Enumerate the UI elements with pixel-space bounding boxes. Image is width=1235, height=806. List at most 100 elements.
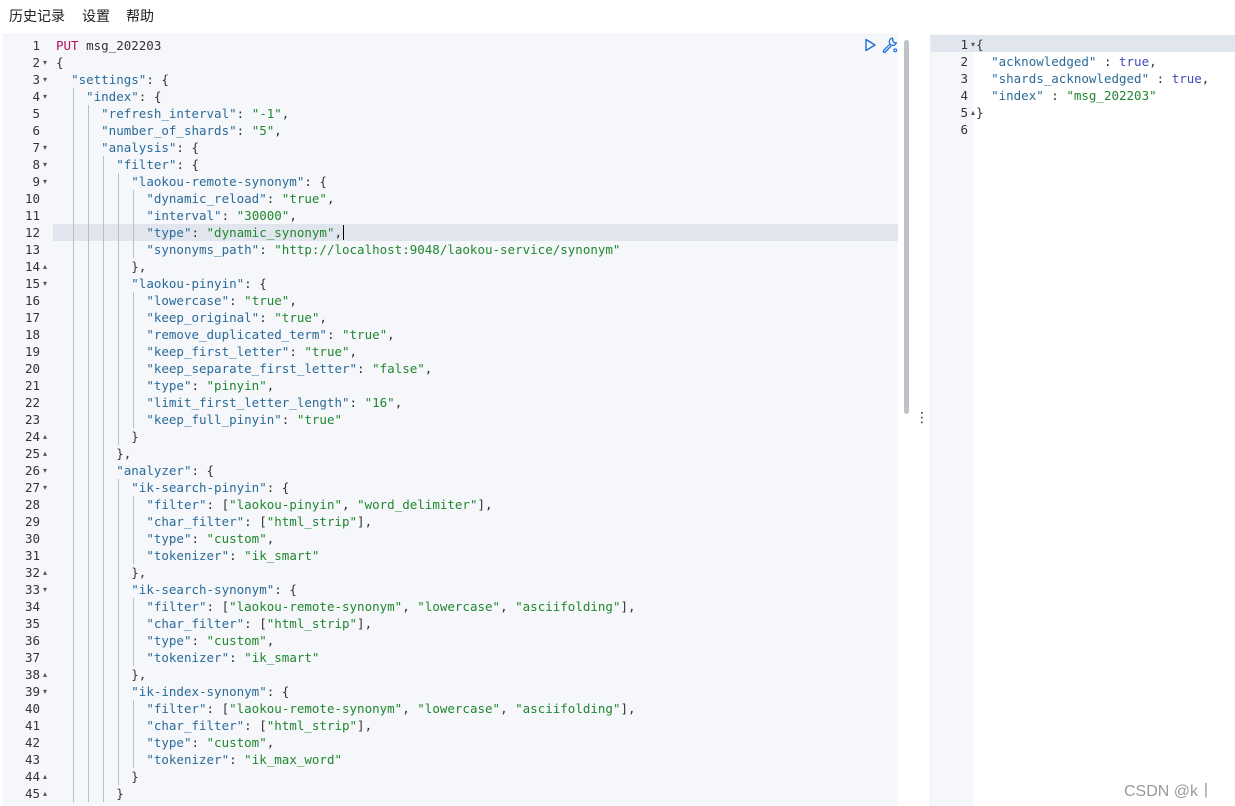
code-token: "ik_smart" xyxy=(244,548,320,563)
line-number: 45 xyxy=(24,786,40,801)
code-token: , xyxy=(289,293,297,308)
fold-open-icon[interactable]: ▾ xyxy=(43,88,47,105)
code-text: "filter": { xyxy=(56,156,199,173)
code-line: 5 ▴} xyxy=(931,104,1235,121)
vertical-dots-icon[interactable]: ⋮ xyxy=(915,408,929,426)
play-icon[interactable] xyxy=(863,38,877,52)
fold-open-icon[interactable]: ▾ xyxy=(43,683,47,700)
fold-open-icon[interactable]: ▾ xyxy=(43,581,47,598)
fold-open-icon[interactable]: ▾ xyxy=(43,139,47,156)
editor-scrollbar-thumb[interactable] xyxy=(904,40,909,414)
code-line: 19 "keep_first_letter": "true", xyxy=(3,343,907,360)
request-editor[interactable]: 1 PUT msg_202203 2 ▾{3 ▾ "settings": {4 ▾ "in… xyxy=(3,34,907,806)
line-number: 7 xyxy=(32,140,40,155)
code-line: 18 "remove_duplicated_term": "true", xyxy=(3,326,907,343)
line-number: 35 xyxy=(24,616,40,631)
code-token: : [ xyxy=(244,718,267,733)
code-text: "ik-search-synonym": { xyxy=(56,581,297,598)
code-token: , xyxy=(281,106,290,121)
fold-open-icon[interactable]: ▾ xyxy=(971,36,975,53)
code-token: "number_of_shards" xyxy=(101,123,237,138)
code-token: "filter" xyxy=(146,701,207,716)
fold-close-icon[interactable]: ▴ xyxy=(971,104,975,121)
fold-open-icon[interactable]: ▾ xyxy=(43,479,47,496)
fold-open-icon[interactable]: ▾ xyxy=(43,462,47,479)
code-text: "ik-search-pinyin": { xyxy=(56,479,289,496)
code-text: "limit_first_letter_length": "16", xyxy=(56,394,402,411)
code-token: PUT xyxy=(56,38,79,53)
menu-bar: 历史记录 设置 帮助 xyxy=(0,0,1235,34)
code-token: , xyxy=(394,395,403,410)
code-token: "30000" xyxy=(236,208,290,223)
fold-close-icon[interactable]: ▴ xyxy=(43,445,47,462)
code-token: "custom" xyxy=(206,633,267,648)
code-token: "true" xyxy=(244,293,290,308)
code-text: "dynamic_reload": "true", xyxy=(56,190,334,207)
fold-open-icon[interactable]: ▾ xyxy=(43,275,47,292)
menu-item-help[interactable]: 帮助 xyxy=(126,8,154,25)
fold-open-icon[interactable]: ▾ xyxy=(43,54,47,71)
code-token: , xyxy=(319,310,327,325)
code-line: 43 "tokenizer": "ik_max_word" xyxy=(3,751,907,768)
wrench-icon[interactable] xyxy=(881,36,899,54)
code-token: } xyxy=(56,769,139,784)
code-token: { xyxy=(976,37,984,52)
code-token: "filter" xyxy=(146,599,207,614)
fold-close-icon[interactable]: ▴ xyxy=(43,428,47,445)
code-text: "type": "pinyin", xyxy=(56,377,274,394)
code-token: "index" xyxy=(991,88,1044,103)
code-token: "true" xyxy=(274,310,320,325)
code-token: "lowercase" xyxy=(146,293,230,308)
line-number: 32 xyxy=(24,565,40,580)
code-token: , xyxy=(349,344,358,359)
code-token: : { xyxy=(266,684,290,699)
line-number: 31 xyxy=(24,548,40,563)
fold-close-icon[interactable]: ▴ xyxy=(43,258,47,275)
code-line: 4 "index" : "msg_202203" xyxy=(931,87,1235,104)
fold-open-icon[interactable]: ▾ xyxy=(43,173,47,190)
code-line: 23 "keep_full_pinyin": "true" xyxy=(3,411,907,428)
menu-item-settings[interactable]: 设置 xyxy=(82,8,110,25)
menu-item-history[interactable]: 历史记录 xyxy=(9,8,65,25)
line-number: 15 xyxy=(24,276,40,291)
line-number: 5 xyxy=(960,105,968,120)
fold-close-icon[interactable]: ▴ xyxy=(43,785,47,802)
code-token: : [ xyxy=(244,514,267,529)
code-token: "laokou-remote-synonym" xyxy=(229,701,403,716)
response-output[interactable]: 1 ▾{2 "acknowledged" : true, 3 "shards_ack… xyxy=(930,34,1235,806)
code-token: "ik-search-synonym" xyxy=(131,582,275,597)
code-line: 14 ▴ }, xyxy=(3,258,907,275)
code-text: "filter": ["laokou-remote-synonym", "low… xyxy=(56,598,635,615)
line-number: 42 xyxy=(24,735,40,750)
fold-close-icon[interactable]: ▴ xyxy=(43,666,47,683)
line-number: 1 xyxy=(960,37,968,52)
code-token: ], xyxy=(357,616,373,631)
fold-close-icon[interactable]: ▴ xyxy=(43,768,47,785)
code-token: "remove_duplicated_term" xyxy=(146,327,327,342)
code-token: "true" xyxy=(281,191,327,206)
code-text: "interval": "30000", xyxy=(56,207,297,224)
code-token: }, xyxy=(56,667,147,682)
line-number: 13 xyxy=(24,242,40,257)
fold-open-icon[interactable]: ▾ xyxy=(43,71,47,88)
fold-open-icon[interactable]: ▾ xyxy=(43,156,47,173)
fold-close-icon[interactable]: ▴ xyxy=(43,564,47,581)
code-line: 1 PUT msg_202203 xyxy=(3,37,907,54)
code-line: 3 "shards_acknowledged" : true, xyxy=(931,70,1235,87)
code-text: "char_filter": ["html_strip"], xyxy=(56,615,372,632)
code-token: : [ xyxy=(206,701,230,716)
code-token: "word_delimiter" xyxy=(357,497,478,512)
code-token: , xyxy=(266,378,275,393)
line-number: 24 xyxy=(24,429,40,444)
code-token: , xyxy=(289,208,297,223)
code-token: , xyxy=(1149,54,1157,69)
code-token: "filter" xyxy=(146,497,207,512)
code-text: "laokou-remote-synonym": { xyxy=(56,173,327,190)
code-line: 10 "dynamic_reload": "true", xyxy=(3,190,907,207)
